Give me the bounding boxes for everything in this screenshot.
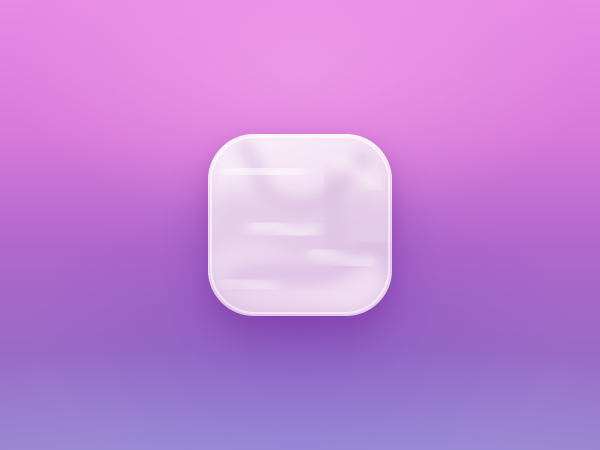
background [0, 0, 600, 450]
glossy-wave-icon [208, 136, 392, 314]
app-icon[interactable] [208, 134, 392, 316]
